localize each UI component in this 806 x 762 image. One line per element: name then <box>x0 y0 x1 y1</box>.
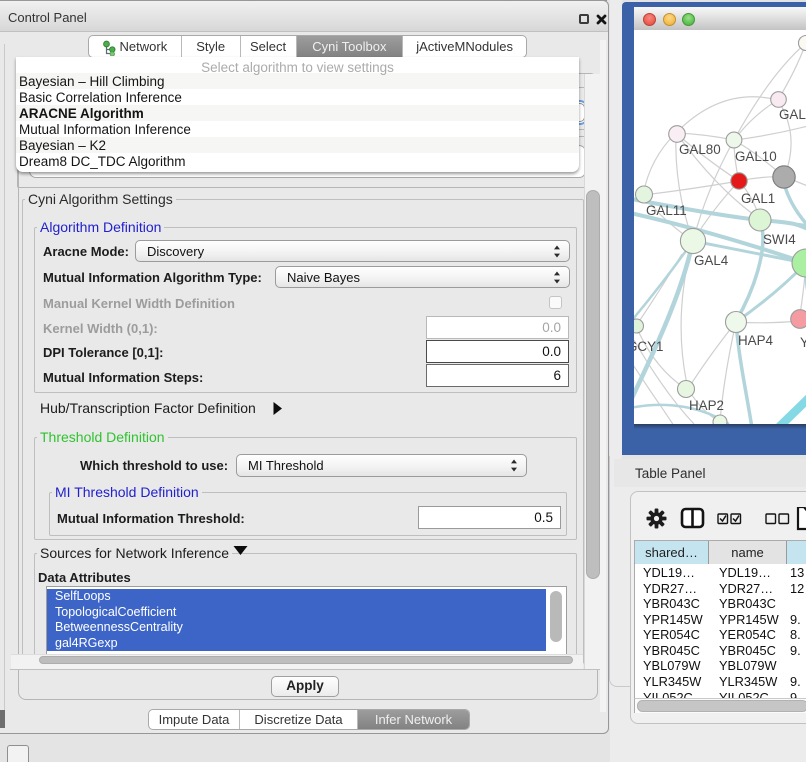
svg-text:GAL11: GAL11 <box>646 203 687 218</box>
svg-text:SWI4: SWI4 <box>763 232 796 247</box>
svg-text:GAL4: GAL4 <box>694 253 729 268</box>
svg-text:HAP4: HAP4 <box>738 333 774 348</box>
svg-text:GAL10: GAL10 <box>735 149 777 164</box>
svg-text:Y: Y <box>800 335 806 350</box>
svg-text:GAL80: GAL80 <box>679 142 721 157</box>
svg-text:GAL: GAL <box>779 107 806 122</box>
svg-text:GCY1: GCY1 <box>634 339 663 354</box>
svg-text:GAL1: GAL1 <box>741 191 775 206</box>
svg-text:HAP2: HAP2 <box>689 398 724 413</box>
